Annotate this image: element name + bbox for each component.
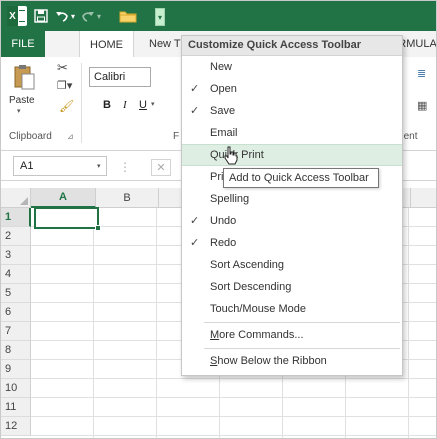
format-painter-icon[interactable]: 🖌: [59, 99, 74, 113]
merge-icon[interactable]: ▦: [417, 99, 427, 112]
menu-item-undo[interactable]: ✓ Undo: [182, 210, 402, 232]
row-header-9[interactable]: 9: [1, 360, 31, 379]
paste-icon[interactable]: [13, 63, 35, 90]
hand-cursor-icon: [224, 146, 238, 165]
menu-item-label: More Commands...: [210, 329, 304, 341]
excel-window: X ▾ ▾ ▾ FILE HOME New T FORMULA Paste ▾ …: [0, 0, 437, 439]
menu-item-label: Spelling: [210, 193, 250, 205]
menu-separator: [204, 322, 400, 323]
menu-item-more-commands[interactable]: More Commands...: [182, 324, 402, 346]
font-name-input[interactable]: Calibri: [89, 67, 151, 87]
check-icon: ✓: [190, 105, 200, 117]
tooltip: Add to Quick Access Toolbar: [223, 168, 379, 188]
row-header-5[interactable]: 5: [1, 284, 31, 303]
check-icon: ✓: [190, 83, 200, 95]
select-all-corner[interactable]: [1, 188, 31, 208]
customize-qat-menu: Customize Quick Access Toolbar New ✓ Ope…: [181, 35, 403, 376]
tab-file[interactable]: FILE: [1, 31, 45, 57]
row-header-3[interactable]: 3: [1, 246, 31, 265]
menu-item-sort-ascending[interactable]: Sort Ascending: [182, 254, 402, 276]
fill-handle[interactable]: [95, 225, 101, 231]
clipboard-group-label: Clipboard: [9, 131, 52, 142]
customize-qat-chevron-down-icon[interactable]: ▾: [155, 8, 165, 26]
menu-item-label: Open: [210, 83, 237, 95]
menu-item-spelling[interactable]: Spelling: [182, 188, 402, 210]
menu-item-redo[interactable]: ✓ Redo: [182, 232, 402, 254]
menu-item-label: Redo: [210, 237, 237, 249]
column-header-a[interactable]: A: [31, 188, 96, 208]
font-group-label: F: [173, 131, 180, 142]
copy-icon[interactable]: ❐▾: [57, 79, 72, 92]
row-header-1[interactable]: 1: [1, 208, 31, 227]
menu-item-label: Sort Descending: [210, 281, 292, 293]
wrap-text-icon[interactable]: ≣: [417, 67, 426, 80]
row-header-6[interactable]: 6: [1, 303, 31, 322]
row-header-10[interactable]: 10: [1, 379, 31, 398]
menu-title: Customize Quick Access Toolbar: [182, 36, 402, 56]
undo-dropdown-chevron-icon[interactable]: ▾: [69, 6, 77, 26]
active-cell-a1[interactable]: [34, 207, 101, 231]
menu-separator: [204, 348, 400, 349]
column-header-g[interactable]: G: [411, 188, 436, 208]
row-header-8[interactable]: 8: [1, 341, 31, 360]
name-box[interactable]: A1: [13, 156, 107, 176]
dialog-launcher-icon[interactable]: ⊿: [67, 132, 74, 141]
cancel-icon[interactable]: ✕: [151, 159, 171, 176]
row-header-2[interactable]: 2: [1, 227, 31, 246]
menu-item-email[interactable]: Email: [182, 122, 402, 144]
menu-item-label: Undo: [210, 215, 237, 227]
underline-button[interactable]: U: [139, 99, 147, 111]
menu-item-open[interactable]: ✓ Open: [182, 78, 402, 100]
bold-button[interactable]: B: [103, 99, 111, 111]
name-box-chevron-down-icon[interactable]: ▾: [97, 162, 101, 170]
menu-item-save[interactable]: ✓ Save: [182, 100, 402, 122]
formula-bar-grip-icon: ⋮: [119, 160, 131, 174]
group-divider: [81, 63, 82, 143]
tab-home[interactable]: HOME: [79, 31, 134, 58]
redo-dropdown-chevron-icon[interactable]: ▾: [95, 6, 103, 26]
row-header-11[interactable]: 11: [1, 398, 31, 417]
title-bar: X ▾ ▾ ▾: [1, 1, 436, 31]
menu-item-label: Email: [210, 127, 238, 139]
row-header-7[interactable]: 7: [1, 322, 31, 341]
undo-icon[interactable]: [55, 6, 69, 26]
menu-item-label: Touch/Mouse Mode: [210, 303, 306, 315]
menu-item-sort-descending[interactable]: Sort Descending: [182, 276, 402, 298]
menu-item-touch-mouse-mode[interactable]: Touch/Mouse Mode: [182, 298, 402, 320]
row-header-4[interactable]: 4: [1, 265, 31, 284]
menu-item-label: Sort Ascending: [210, 259, 284, 271]
paste-chevron-down-icon[interactable]: ▾: [17, 107, 21, 115]
column-header-b[interactable]: B: [96, 188, 159, 208]
menu-item-label: Show Below the Ribbon: [210, 355, 327, 367]
excel-logo-icon[interactable]: X: [7, 6, 27, 26]
menu-item-show-below-ribbon[interactable]: Show Below the Ribbon: [182, 350, 402, 372]
menu-item-label: New: [210, 61, 233, 73]
menu-item-label: Save: [210, 105, 236, 117]
underline-chevron-down-icon[interactable]: ▾: [151, 100, 155, 108]
save-icon[interactable]: [33, 6, 49, 26]
menu-item-quick-print[interactable]: Quick Print: [182, 144, 402, 166]
menu-item-label: Pri: [210, 171, 224, 183]
folder-icon[interactable]: [119, 6, 137, 26]
check-icon: ✓: [190, 237, 200, 249]
paste-button[interactable]: Paste: [9, 95, 35, 106]
redo-icon[interactable]: [81, 6, 95, 26]
menu-item-new[interactable]: New: [182, 56, 402, 78]
check-icon: ✓: [190, 215, 200, 227]
scissors-icon[interactable]: ✂: [57, 60, 68, 76]
italic-button[interactable]: I: [123, 99, 127, 111]
row-header-12[interactable]: 12: [1, 417, 31, 436]
